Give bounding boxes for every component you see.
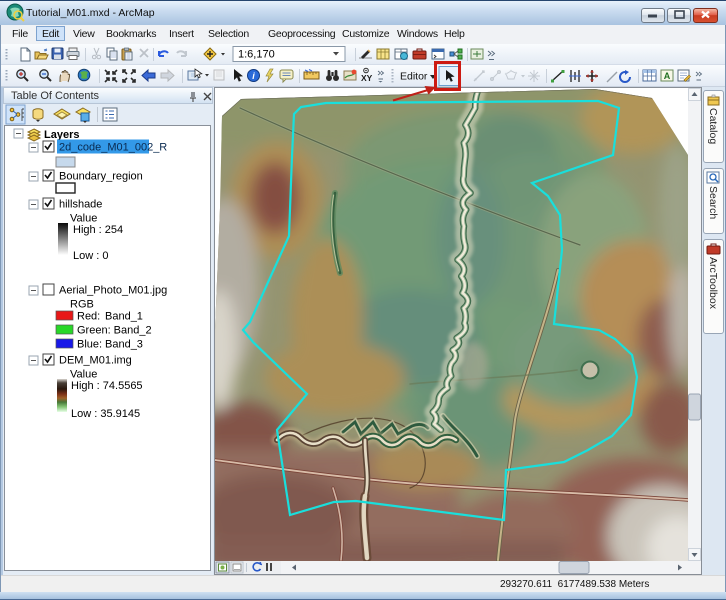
svg-text:Aerial_Photo_M01.jpg: Aerial_Photo_M01.jpg: [59, 285, 167, 297]
svg-text:Value: Value: [70, 213, 97, 225]
svg-text:1:6,170: 1:6,170: [238, 49, 275, 61]
svg-text:Band_1: Band_1: [105, 311, 143, 323]
svg-text:Low : 0: Low : 0: [73, 250, 108, 262]
svg-text:A: A: [664, 71, 671, 81]
svg-text:DEM_M01.img: DEM_M01.img: [59, 355, 132, 367]
svg-text:High : 254: High : 254: [73, 224, 123, 236]
svg-text:XY: XY: [361, 73, 373, 83]
svg-text:Low : 35.9145: Low : 35.9145: [71, 408, 140, 420]
svg-text:Red:: Red:: [77, 311, 100, 323]
svg-text:Blue:: Blue:: [77, 339, 102, 351]
svg-text:High : 74.5565: High : 74.5565: [71, 380, 143, 392]
svg-text:Boundary_region: Boundary_region: [59, 171, 143, 183]
svg-text:Green: Band_2: Green: Band_2: [77, 325, 152, 337]
svg-text:2d_code_M01_002_R: 2d_code_M01_002_R: [59, 142, 167, 154]
svg-text:Layers: Layers: [44, 129, 79, 141]
svg-text:hillshade: hillshade: [59, 199, 102, 211]
svg-text:Band_3: Band_3: [105, 339, 143, 351]
svg-text:Value: Value: [70, 369, 97, 381]
svg-text:RGB: RGB: [70, 299, 94, 311]
